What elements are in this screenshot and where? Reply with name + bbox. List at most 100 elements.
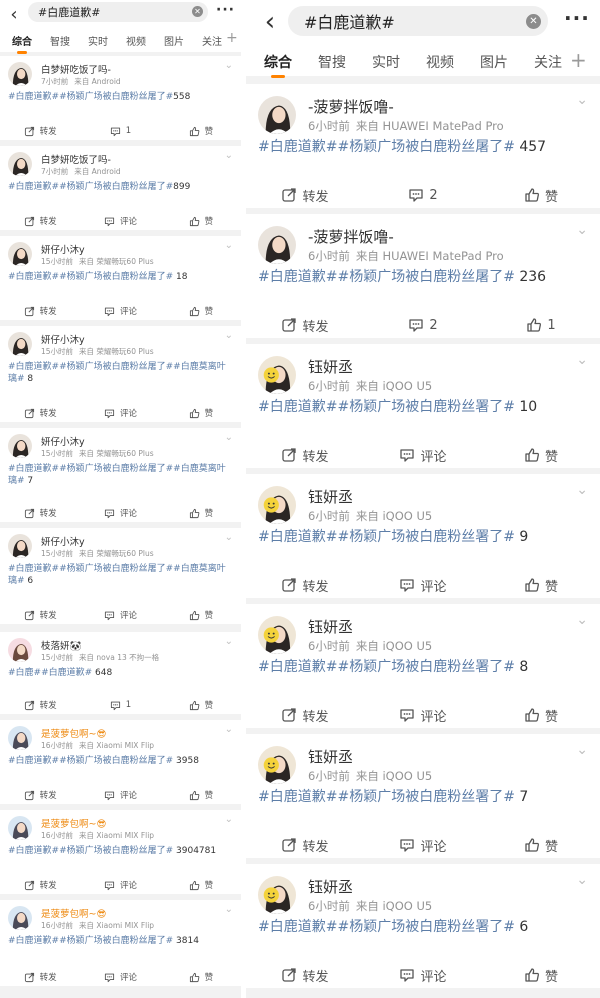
post-content[interactable]: #白鹿道歉##杨颖广场被白鹿粉丝屠了# 457: [258, 138, 588, 157]
chevron-down-icon[interactable]: ⌄: [576, 482, 588, 498]
repost-button[interactable]: 转发: [0, 968, 80, 986]
hashtag-link[interactable]: #白鹿道歉##杨颖广场被白鹿粉丝屠了#: [8, 272, 173, 282]
post-content[interactable]: #白鹿道歉##杨颖广场被白鹿粉丝屠了##白鹿莫离叶璃# 8: [8, 361, 231, 385]
tab-smart-search[interactable]: 智搜: [318, 52, 346, 72]
comment-button[interactable]: 评论: [80, 968, 160, 986]
avatar[interactable]: [8, 62, 32, 86]
comment-button[interactable]: 评论: [80, 876, 160, 894]
avatar[interactable]: [258, 486, 296, 524]
add-tab-icon[interactable]: +: [226, 30, 238, 46]
avatar[interactable]: [258, 356, 296, 394]
avatar[interactable]: [8, 534, 32, 558]
repost-button[interactable]: 转发: [0, 122, 80, 140]
like-button[interactable]: 赞: [161, 504, 241, 522]
comment-button[interactable]: 评论: [364, 702, 482, 728]
like-button[interactable]: 赞: [482, 572, 600, 598]
post-content[interactable]: #白鹿道歉##杨颖广场被白鹿粉丝署了# 9: [258, 528, 588, 547]
comment-button[interactable]: 评论: [80, 212, 160, 230]
avatar[interactable]: [8, 726, 32, 750]
clear-search-icon[interactable]: ✕: [192, 6, 203, 17]
repost-button[interactable]: 转发: [246, 182, 364, 208]
repost-button[interactable]: 转发: [246, 572, 364, 598]
repost-button[interactable]: 转发: [0, 504, 80, 522]
comment-button[interactable]: 评论: [80, 504, 160, 522]
like-button[interactable]: 赞: [482, 702, 600, 728]
comment-button[interactable]: 评论: [80, 786, 160, 804]
chevron-down-icon[interactable]: ⌄: [225, 432, 233, 443]
hashtag-link[interactable]: #白鹿道歉##杨颖广场被白鹿粉丝屠了##白鹿莫离叶璃#: [8, 564, 226, 586]
comment-button[interactable]: 评论: [364, 962, 482, 988]
comment-button[interactable]: 评论: [80, 404, 160, 422]
back-icon[interactable]: ‹: [258, 7, 282, 37]
comment-button[interactable]: 评论: [364, 572, 482, 598]
hashtag-link[interactable]: #白鹿道歉##杨颖广场被白鹿粉丝屠了#: [8, 182, 173, 192]
tab-video[interactable]: 视频: [426, 52, 454, 72]
repost-button[interactable]: 转发: [0, 212, 80, 230]
username[interactable]: 钰妍丞: [308, 876, 353, 897]
hashtag-link[interactable]: #白鹿道歉##杨颖广场被白鹿粉丝署了#: [258, 529, 515, 545]
username[interactable]: 白梦妍吃饭了吗-: [41, 152, 111, 166]
username[interactable]: 是菠萝包啊~😎: [41, 726, 106, 740]
back-icon[interactable]: ‹: [4, 4, 24, 25]
like-button[interactable]: 赞: [482, 442, 600, 468]
like-button[interactable]: 赞: [161, 122, 241, 140]
comment-button[interactable]: 评论: [364, 832, 482, 858]
username[interactable]: 白梦妍吃饭了吗-: [41, 62, 111, 76]
like-button[interactable]: 赞: [161, 968, 241, 986]
repost-button[interactable]: 转发: [246, 832, 364, 858]
avatar[interactable]: [8, 242, 32, 266]
repost-button[interactable]: 转发: [246, 442, 364, 468]
hashtag-link[interactable]: #白鹿道歉##杨颖广场被白鹿粉丝署了#: [258, 789, 515, 805]
post-content[interactable]: #白鹿道歉##杨颖广场被白鹿粉丝屠了#899: [8, 181, 231, 193]
chevron-down-icon[interactable]: ⌄: [576, 612, 588, 628]
like-button[interactable]: 赞: [161, 302, 241, 320]
chevron-down-icon[interactable]: ⌄: [225, 150, 233, 161]
hashtag-link[interactable]: #白鹿道歉##杨颖广场被白鹿粉丝屠了#: [8, 936, 173, 946]
avatar[interactable]: [8, 434, 32, 458]
repost-button[interactable]: 转发: [0, 696, 80, 714]
tab-video[interactable]: 视频: [126, 33, 146, 48]
avatar[interactable]: [8, 816, 32, 840]
clear-search-icon[interactable]: ✕: [526, 14, 541, 29]
like-button[interactable]: 赞: [161, 876, 241, 894]
like-button[interactable]: 赞: [161, 606, 241, 624]
username[interactable]: 妍仔小沐y: [41, 434, 85, 448]
chevron-down-icon[interactable]: ⌄: [225, 904, 233, 915]
search-query[interactable]: #白鹿道歉#: [38, 4, 100, 20]
username[interactable]: 是菠萝包啊~😎: [41, 816, 106, 830]
avatar[interactable]: [8, 906, 32, 930]
username[interactable]: 妍仔小沐y: [41, 332, 85, 346]
more-options-icon[interactable]: ···: [216, 2, 235, 18]
hashtag-link[interactable]: #白鹿道歉##杨颖广场被白鹿粉丝屠了#: [258, 269, 515, 285]
chevron-down-icon[interactable]: ⌄: [225, 636, 233, 647]
post-content[interactable]: #白鹿道歉##杨颖广场被白鹿粉丝屠了# 3958: [8, 755, 231, 767]
chevron-down-icon[interactable]: ⌄: [576, 872, 588, 888]
hashtag-link[interactable]: #白鹿道歉##杨颖广场被白鹿粉丝屠了#: [8, 846, 173, 856]
like-button[interactable]: 赞: [161, 786, 241, 804]
chevron-down-icon[interactable]: ⌄: [576, 352, 588, 368]
post-content[interactable]: #白鹿道歉##杨颖广场被白鹿粉丝屠了# 3814: [8, 935, 231, 947]
post-content[interactable]: #白鹿道歉##杨颖广场被白鹿粉丝屠了#558: [8, 91, 231, 103]
comment-button[interactable]: 1: [80, 122, 160, 140]
avatar[interactable]: [258, 876, 296, 914]
username[interactable]: 钰妍丞: [308, 356, 353, 377]
repost-button[interactable]: 转发: [0, 876, 80, 894]
tab-comprehensive[interactable]: 综合: [12, 33, 32, 54]
avatar[interactable]: [8, 332, 32, 356]
comment-button[interactable]: 评论: [80, 606, 160, 624]
repost-button[interactable]: 转发: [246, 962, 364, 988]
username[interactable]: 妍仔小沐y: [41, 534, 85, 548]
like-button[interactable]: 赞: [482, 962, 600, 988]
post-content[interactable]: #白鹿道歉##杨颖广场被白鹿粉丝署了# 8: [258, 658, 588, 677]
hashtag-link[interactable]: #白鹿道歉##杨颖广场被白鹿粉丝署了#: [258, 399, 515, 415]
post-content[interactable]: #白鹿道歉##杨颖广场被白鹿粉丝署了# 7: [258, 788, 588, 807]
hashtag-link[interactable]: #白鹿道歉##杨颖广场被白鹿粉丝署了#: [258, 919, 515, 935]
hashtag-link[interactable]: #白鹿道歉##杨颖广场被白鹿粉丝屠了##白鹿莫离叶璃#: [8, 464, 226, 486]
tab-realtime[interactable]: 实时: [88, 33, 108, 48]
like-button[interactable]: 赞: [482, 832, 600, 858]
post-content[interactable]: #白鹿##白鹿道歉# 648: [8, 667, 231, 679]
avatar[interactable]: [258, 226, 296, 264]
chevron-down-icon[interactable]: ⌄: [225, 532, 233, 543]
repost-button[interactable]: 转发: [0, 404, 80, 422]
more-options-icon[interactable]: ···: [564, 6, 590, 30]
